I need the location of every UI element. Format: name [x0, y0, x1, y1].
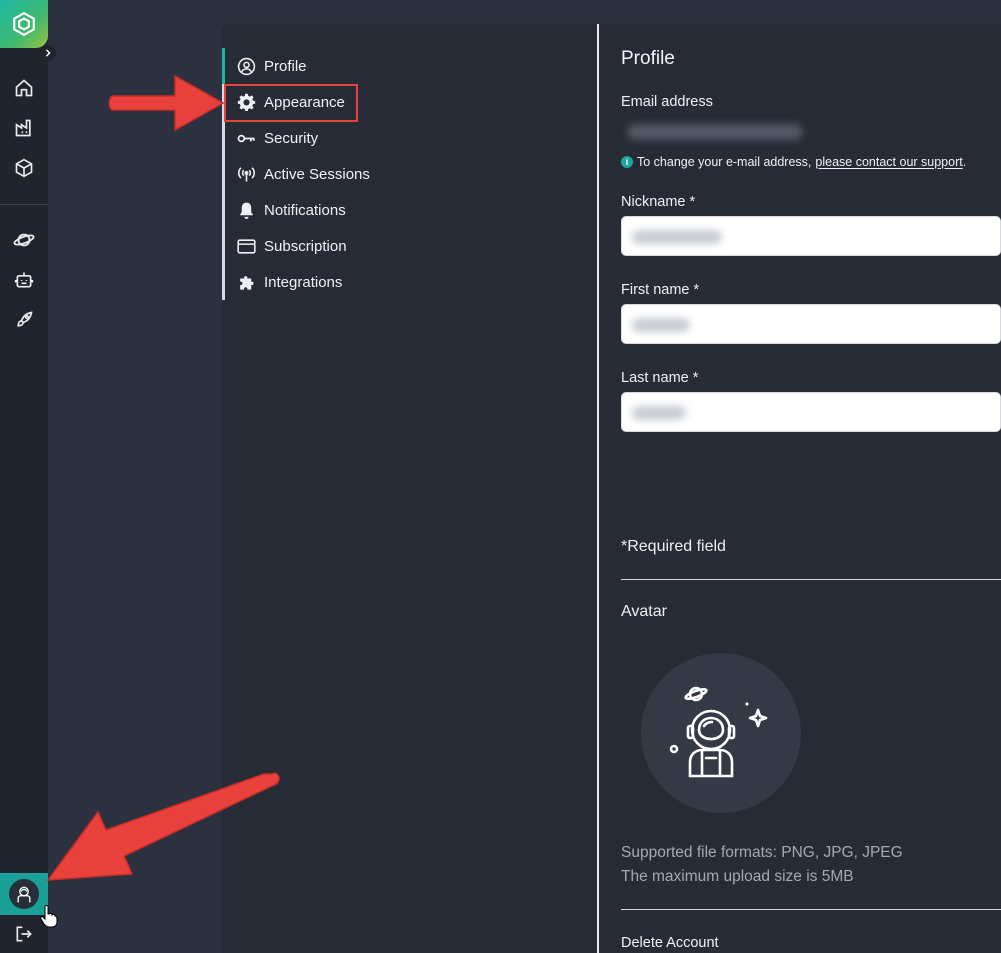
avatar-upload[interactable] [641, 653, 801, 813]
rocket-icon[interactable] [12, 308, 36, 332]
nav-item-active-sessions[interactable]: Active Sessions [237, 156, 577, 192]
nav-item-label: Appearance [264, 93, 345, 111]
expand-rail-button[interactable] [40, 45, 56, 61]
first-name-label: First name * [621, 282, 700, 298]
avatar [9, 879, 39, 909]
email-label: Email address [621, 94, 713, 110]
astronaut-icon [669, 686, 768, 778]
chevron-right-icon [45, 49, 51, 57]
last-name-label: Last name * [621, 370, 699, 386]
user-circle-icon [237, 57, 256, 76]
page-title: Profile [621, 48, 675, 69]
nav-item-integrations[interactable]: Integrations [237, 264, 577, 300]
email-hint: i To change your e-mail address, please … [621, 155, 966, 169]
nickname-label: Nickname * [621, 194, 696, 210]
gear-icon [237, 93, 256, 112]
nav-item-security[interactable]: Security [237, 120, 577, 156]
settings-app: Profile Appearance Security Active Sessi… [0, 0, 1001, 953]
nav-active-indicator [222, 48, 225, 84]
nickname-input[interactable] [621, 216, 1001, 256]
key-icon [237, 129, 256, 148]
nav-item-notifications[interactable]: Notifications [237, 192, 577, 228]
annotation-arrow-right [108, 74, 225, 132]
nav-item-appearance[interactable]: Appearance [237, 84, 577, 120]
last-name-input[interactable] [621, 392, 1001, 432]
nav-item-label: Notifications [264, 201, 346, 219]
bell-icon [237, 201, 256, 220]
section-divider [621, 909, 1001, 910]
first-name-input[interactable] [621, 304, 1001, 344]
puzzle-icon [237, 273, 256, 292]
nav-item-label: Subscription [264, 237, 347, 255]
formats-note: Supported file formats: PNG, JPG, JPEG [621, 844, 903, 861]
required-note: *Required field [621, 538, 726, 555]
delete-account-title: Delete Account [621, 935, 719, 951]
credit-card-icon [237, 237, 256, 256]
robot-icon[interactable] [12, 268, 36, 292]
rail-divider [0, 204, 48, 205]
planet-icon[interactable] [12, 228, 36, 252]
hand-cursor-icon [40, 904, 58, 928]
nav-item-subscription[interactable]: Subscription [237, 228, 577, 264]
column-divider [597, 24, 599, 953]
email-hint-end: . [962, 155, 967, 169]
info-icon: i [621, 156, 633, 168]
size-note: The maximum upload size is 5MB [621, 868, 854, 885]
nav-item-label: Security [264, 129, 319, 147]
email-value-redacted [627, 124, 803, 140]
nav-item-label: Profile [264, 57, 307, 75]
hexagon-logo-icon [13, 11, 35, 37]
contact-support-link[interactable]: please contact our support [815, 155, 962, 169]
broadcast-icon [237, 165, 256, 184]
avatar-title: Avatar [621, 603, 667, 620]
nav-item-label: Integrations [264, 273, 343, 291]
nickname-value-redacted [632, 230, 722, 244]
astronaut-icon [17, 886, 31, 903]
factory-icon[interactable] [12, 116, 36, 140]
nav-item-label: Active Sessions [264, 165, 370, 183]
nav-track [222, 48, 225, 300]
app-logo[interactable] [0, 0, 48, 48]
left-rail [0, 0, 58, 953]
home-icon[interactable] [12, 76, 36, 100]
cube-icon[interactable] [12, 156, 36, 180]
first-name-value-redacted [632, 318, 690, 332]
nav-item-profile[interactable]: Profile [237, 48, 577, 84]
last-name-value-redacted [632, 406, 686, 420]
section-divider [621, 579, 1001, 580]
logout-icon[interactable] [12, 922, 36, 946]
email-hint-text: To change your e-mail address, [637, 155, 812, 169]
